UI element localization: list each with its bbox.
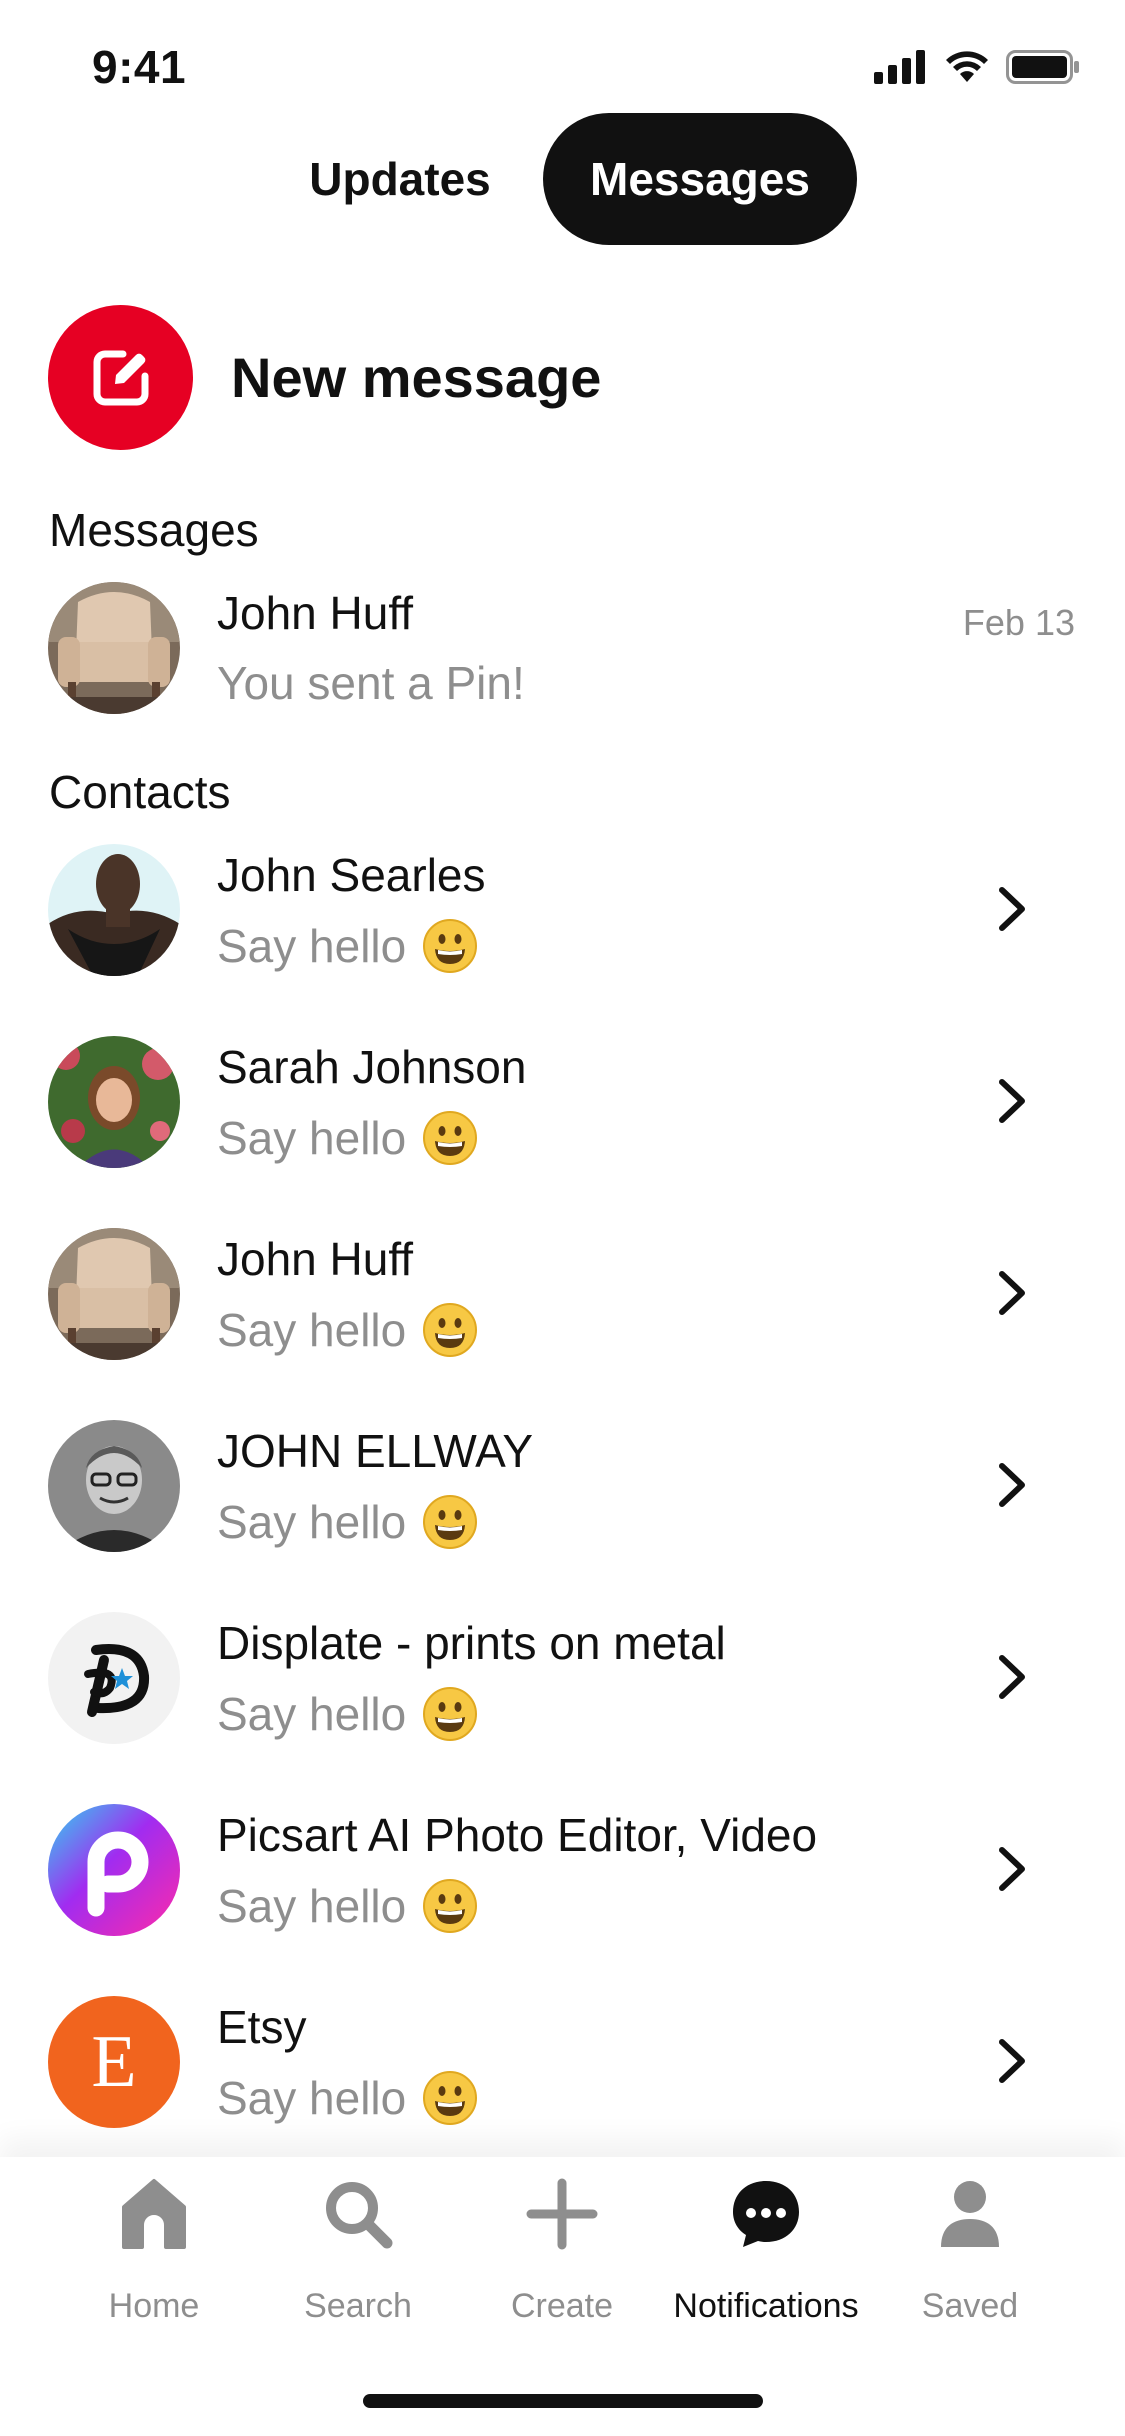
person-avatar: [48, 1420, 180, 1552]
chevron-right-icon: [999, 887, 1025, 931]
nav-home-label: Home: [108, 2287, 200, 2325]
contact-subtitle: Say hello: [217, 1494, 478, 1550]
say-hello-text: Say hello: [217, 1688, 407, 1740]
picsart-logo: [48, 1804, 180, 1936]
contact-name: John Searles: [217, 849, 486, 901]
chevron-right-icon: [999, 1079, 1025, 1123]
contact-row[interactable]: Picsart AI Photo Editor, Video Say hello: [0, 1794, 1125, 1944]
say-hello-text: Say hello: [217, 1496, 407, 1548]
home-icon: [122, 2179, 186, 2249]
battery-icon: [1006, 50, 1079, 84]
contact-name: Picsart AI Photo Editor, Video: [217, 1809, 818, 1861]
contact-row[interactable]: E Etsy Say hello: [0, 1986, 1125, 2136]
chevron-right-icon: [999, 1655, 1025, 1699]
nav-create[interactable]: Create: [467, 2177, 657, 2327]
etsy-logo-letter: E: [91, 2021, 137, 2103]
grinning-emoji-icon: [423, 919, 478, 973]
tab-messages[interactable]: Messages: [543, 113, 857, 245]
home-indicator: [363, 2394, 763, 2408]
say-hello-text: Say hello: [217, 1304, 407, 1356]
tab-bar: Updates Messages: [0, 113, 1125, 245]
new-message-icon-circle: [48, 305, 193, 450]
new-message-label: New message: [231, 346, 602, 409]
person-avatar: [48, 1036, 180, 1168]
contacts-section-title: Contacts: [49, 766, 231, 818]
nav-create-label: Create: [510, 2287, 614, 2325]
armchair-avatar: [48, 582, 180, 714]
chevron-right-icon: [999, 1847, 1025, 1891]
contact-subtitle: Say hello: [217, 918, 478, 974]
conversation-preview: You sent a Pin!: [217, 657, 525, 709]
conversation-date: Feb 13: [962, 602, 1075, 643]
nav-notifications-label: Notifications: [673, 2287, 859, 2325]
chevron-right-icon: [999, 1463, 1025, 1507]
profile-icon: [941, 2181, 999, 2247]
grinning-emoji-icon: [423, 1687, 478, 1741]
compose-icon: [93, 350, 148, 405]
new-message-button[interactable]: New message: [48, 305, 601, 450]
contact-subtitle: Say hello: [217, 1878, 478, 1934]
grinning-emoji-icon: [423, 2071, 478, 2125]
say-hello-text: Say hello: [217, 920, 407, 972]
contact-row[interactable]: Displate - prints on metal Say hello: [0, 1602, 1125, 1752]
nav-search[interactable]: Search: [263, 2177, 453, 2327]
etsy-logo: E: [48, 1996, 180, 2128]
contact-subtitle: Say hello: [217, 1686, 478, 1742]
nav-home[interactable]: Home: [59, 2177, 249, 2327]
contact-subtitle: Say hello: [217, 1302, 478, 1358]
person-avatar: [48, 844, 180, 976]
status-time: 9:41: [92, 41, 187, 93]
chat-bubble-icon: [733, 2181, 799, 2247]
contact-name: Displate - prints on metal: [217, 1617, 726, 1669]
contact-name: JOHN ELLWAY: [217, 1425, 534, 1477]
chevron-right-icon: [999, 1271, 1025, 1315]
grinning-emoji-icon: [423, 1303, 478, 1357]
contact-name: Etsy: [217, 2001, 307, 2053]
contact-subtitle: Say hello: [217, 1110, 478, 1166]
armchair-avatar: [48, 1228, 180, 1360]
signal-icon: [874, 50, 925, 84]
nav-saved-label: Saved: [921, 2287, 1019, 2325]
tab-updates[interactable]: Updates: [270, 113, 530, 245]
contact-row[interactable]: John Huff Say hello: [0, 1218, 1125, 1368]
search-icon: [326, 2182, 393, 2249]
nav-search-label: Search: [304, 2287, 412, 2325]
messages-section-title: Messages: [49, 504, 259, 556]
conversation-name: John Huff: [217, 587, 414, 639]
wifi-icon: [946, 51, 988, 82]
contact-row[interactable]: Sarah Johnson Say hello: [0, 1026, 1125, 1176]
contact-row[interactable]: John Searles Say hello: [0, 834, 1125, 984]
grinning-emoji-icon: [423, 1111, 478, 1165]
contact-name: John Huff: [217, 1233, 414, 1285]
nav-notifications[interactable]: Notifications: [671, 2177, 861, 2327]
status-icons: [874, 50, 1080, 84]
nav-saved[interactable]: Saved: [875, 2177, 1065, 2327]
contact-subtitle: Say hello: [217, 2070, 478, 2126]
grinning-emoji-icon: [423, 1879, 478, 1933]
conversation-row[interactable]: John Huff You sent a Pin! Feb 13: [0, 572, 1125, 722]
say-hello-text: Say hello: [217, 1880, 407, 1932]
chevron-right-icon: [999, 2039, 1025, 2083]
say-hello-text: Say hello: [217, 2072, 407, 2124]
contact-name: Sarah Johnson: [217, 1041, 527, 1093]
say-hello-text: Say hello: [217, 1112, 407, 1164]
displate-logo: [48, 1612, 180, 1744]
plus-icon: [526, 2178, 598, 2250]
contact-row[interactable]: JOHN ELLWAY Say hello: [0, 1410, 1125, 1560]
grinning-emoji-icon: [423, 1495, 478, 1549]
